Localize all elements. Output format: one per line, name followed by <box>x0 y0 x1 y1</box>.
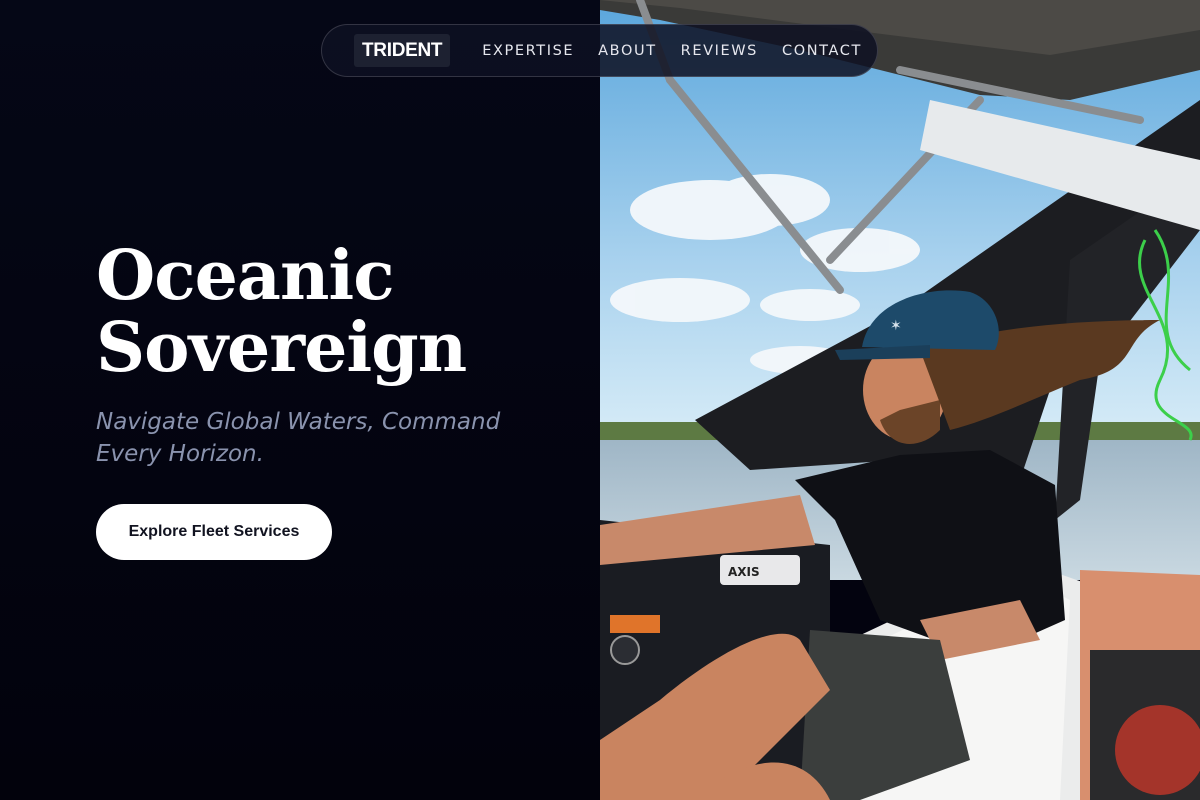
nav-link-reviews[interactable]: REVIEWS <box>681 43 758 59</box>
explore-fleet-button[interactable]: Explore Fleet Services <box>96 504 332 560</box>
hero-section: Oceanic Sovereign Navigate Global Waters… <box>96 240 576 470</box>
hero-title-line2: Sovereign <box>96 308 467 388</box>
hero-photo: AXIS ✶ <box>600 0 1200 800</box>
boat-photo-illustration: AXIS ✶ <box>600 0 1200 800</box>
svg-text:✶: ✶ <box>890 318 902 334</box>
boat-brand-badge: AXIS <box>728 565 760 579</box>
hero-subtitle-line1: Navigate Global Waters, Command <box>96 409 501 435</box>
hero-title-line1: Oceanic <box>96 236 395 316</box>
nav-link-about[interactable]: ABOUT <box>598 43 657 59</box>
hero-subtitle-line2: Every Horizon. <box>96 441 264 467</box>
nav-link-expertise[interactable]: EXPERTISE <box>482 43 574 59</box>
hero-title: Oceanic Sovereign <box>96 240 576 384</box>
hero-subtitle: Navigate Global Waters, Command Every Ho… <box>96 406 576 470</box>
nav-link-contact[interactable]: CONTACT <box>782 43 862 59</box>
trident-logo[interactable]: TRIDENT <box>354 34 451 67</box>
top-navigation: TRIDENT EXPERTISE ABOUT REVIEWS CONTACT <box>321 24 878 77</box>
nav-links: EXPERTISE ABOUT REVIEWS CONTACT <box>482 43 862 59</box>
